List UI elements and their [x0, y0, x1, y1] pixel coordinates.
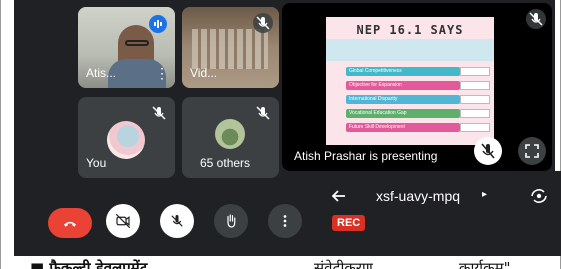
- participant-name: You: [86, 156, 107, 170]
- raise-hand-button[interactable]: [214, 204, 248, 238]
- video-window-blinds: [192, 29, 268, 69]
- hand-icon: [227, 214, 236, 228]
- participant-name: 65 others: [200, 156, 251, 170]
- camera-toggle-button[interactable]: [106, 204, 140, 238]
- avatar: [215, 119, 245, 149]
- slide-item-box: [460, 67, 490, 76]
- end-call-icon: [64, 221, 76, 227]
- back-arrow-icon[interactable]: [328, 185, 350, 207]
- meet-window: Atis... ⋮ Vid... You 65 others NEP 16.1 …: [14, 0, 561, 256]
- mic-off-icon: [526, 9, 546, 29]
- meeting-code[interactable]: xsf-uavy-mpq: [376, 188, 460, 204]
- camera-off-icon: [115, 213, 131, 229]
- participant-tile-vid[interactable]: Vid...: [182, 7, 279, 88]
- mic-off-icon: [253, 103, 273, 123]
- newspaper-caption: ■ फैकल्टी डेवलपमेंट संवेदीकरण कार्यक्रम": [14, 256, 555, 269]
- slide-item-box: [460, 109, 490, 118]
- fullscreen-icon[interactable]: [518, 137, 546, 165]
- speaking-indicator-icon: [149, 15, 167, 33]
- participant-tile-you[interactable]: You: [78, 97, 175, 178]
- participant-tile-others[interactable]: 65 others: [182, 97, 279, 178]
- presentation-tile[interactable]: NEP 16.1 SAYS Global Competitiveness Obj…: [282, 3, 552, 171]
- left-border: [0, 0, 1, 269]
- mic-off-icon: [253, 13, 273, 33]
- presentation-slide: NEP 16.1 SAYS Global Competitiveness Obj…: [326, 17, 494, 145]
- participant-name: Vid...: [190, 66, 218, 80]
- mic-off-icon: [171, 215, 183, 227]
- mic-toggle-button[interactable]: [160, 204, 194, 238]
- mic-off-icon: [149, 103, 169, 123]
- meeting-info-bar: xsf-uavy-mpq ▸ REC: [308, 171, 561, 256]
- avatar: [107, 121, 145, 159]
- participant-tile-atis[interactable]: Atis... ⋮: [78, 7, 175, 88]
- end-call-button[interactable]: [48, 208, 92, 238]
- slide-title: NEP 16.1 SAYS: [356, 23, 464, 37]
- caption-word: कार्यक्रम": [459, 259, 511, 269]
- call-controls: [28, 188, 308, 256]
- more-vertical-icon: [283, 215, 287, 227]
- slide-item: Future Skill Development: [346, 123, 460, 132]
- recording-badge: REC: [332, 215, 366, 231]
- slide-item-box: [460, 123, 490, 132]
- slide-item: Global Competitiveness: [346, 67, 460, 76]
- slide-band: [326, 39, 494, 61]
- screenshot-frame: Atis... ⋮ Vid... You 65 others NEP 16.1 …: [0, 0, 561, 269]
- participant-name: Atis...: [86, 66, 117, 80]
- presenter-label: Atish Prashar is presenting: [294, 149, 438, 163]
- tile-more-icon[interactable]: ⋮: [155, 66, 169, 80]
- slide-item: Objective for Expansion: [346, 81, 460, 90]
- presenter-mute-button[interactable]: [474, 137, 502, 165]
- caption-headline: ■ फैकल्टी डेवलपमेंट: [30, 259, 148, 269]
- chevron-right-icon[interactable]: ▸: [482, 189, 487, 200]
- slide-item: International Disparity: [346, 95, 460, 104]
- slide-item-box: [460, 81, 490, 90]
- more-options-button[interactable]: [268, 204, 302, 238]
- slide-item-box: [460, 95, 490, 104]
- switch-camera-icon[interactable]: [528, 185, 550, 207]
- participant-video-glasses: [125, 40, 149, 46]
- caption-word: संवेदीकरण: [314, 259, 373, 269]
- slide-item: Vocational Education Gap: [346, 109, 460, 118]
